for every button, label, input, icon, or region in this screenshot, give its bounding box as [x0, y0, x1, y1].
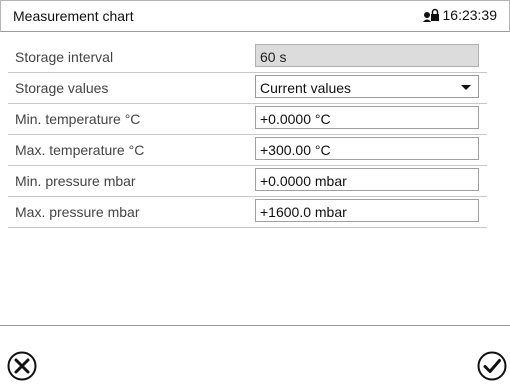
- confirm-check-circle-icon[interactable]: [476, 350, 508, 382]
- min-pressure-input[interactable]: +0.0000 mbar: [255, 168, 479, 191]
- max-pressure-input[interactable]: +1600.0 mbar: [255, 199, 479, 222]
- settings-list: Storage interval 60 s Storage values Cur…: [0, 42, 510, 228]
- row-storage-interval: Storage interval 60 s: [8, 42, 487, 73]
- min-temperature-input[interactable]: +0.0000 °C: [255, 106, 479, 129]
- dropdown-arrow-icon[interactable]: [461, 85, 471, 90]
- cancel-x-circle-icon[interactable]: [6, 350, 38, 382]
- row-min-temperature: Min. temperature °C +0.0000 °C: [8, 104, 487, 135]
- min-temperature-label: Min. temperature °C: [15, 111, 141, 127]
- row-min-pressure: Min. pressure mbar +0.0000 mbar: [8, 166, 487, 197]
- min-pressure-label: Min. pressure mbar: [15, 173, 136, 189]
- status-area: 16:23:39: [422, 7, 498, 23]
- screen: Measurement chart 16:23:39 Storage inter…: [0, 0, 510, 383]
- storage-values-label: Storage values: [15, 80, 109, 96]
- clock-time: 16:23:39: [442, 7, 498, 23]
- storage-interval-field: 60 s: [255, 44, 479, 67]
- max-pressure-label: Max. pressure mbar: [15, 204, 140, 220]
- row-max-temperature: Max. temperature °C +300.00 °C: [8, 135, 487, 166]
- row-storage-values: Storage values Current values: [8, 73, 487, 104]
- title-bar: Measurement chart 16:23:39: [0, 0, 510, 32]
- page-title: Measurement chart: [13, 8, 134, 24]
- max-temperature-label: Max. temperature °C: [15, 142, 145, 158]
- max-temperature-input[interactable]: +300.00 °C: [255, 137, 479, 160]
- storage-values-select[interactable]: Current values: [255, 75, 479, 98]
- user-lock-icon: [422, 8, 439, 22]
- storage-values-selected: Current values: [260, 80, 352, 96]
- storage-interval-label: Storage interval: [15, 49, 114, 65]
- row-max-pressure: Max. pressure mbar +1600.0 mbar: [8, 197, 487, 228]
- action-bar: [0, 325, 510, 384]
